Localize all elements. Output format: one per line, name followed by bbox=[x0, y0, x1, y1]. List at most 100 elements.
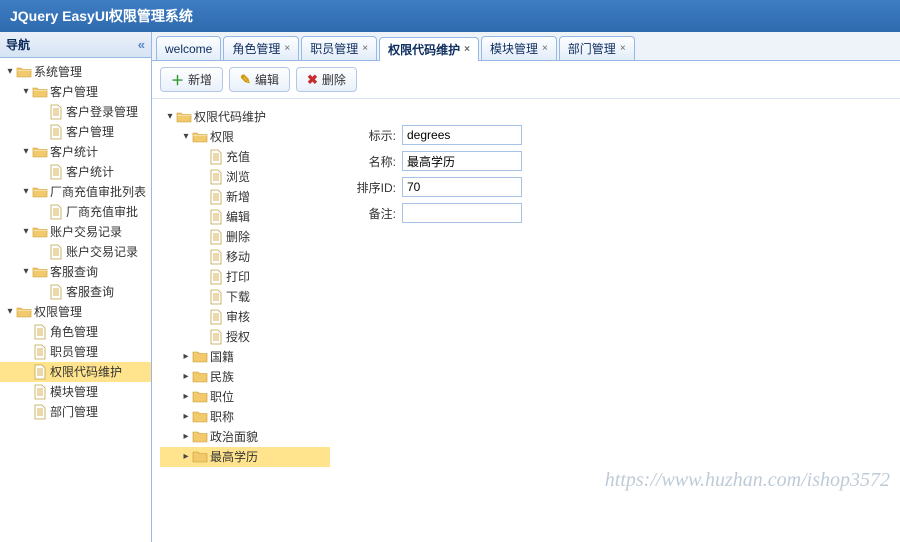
tree-item[interactable]: 编辑 bbox=[160, 207, 330, 227]
add-button[interactable]: ＋ 新增 bbox=[160, 67, 223, 92]
close-icon[interactable]: × bbox=[362, 43, 368, 54]
file-icon bbox=[208, 189, 224, 205]
tree-item[interactable]: 浏览 bbox=[160, 167, 330, 187]
close-icon[interactable]: × bbox=[464, 44, 470, 55]
tree-item[interactable]: 下载 bbox=[160, 287, 330, 307]
tree-label: 职称 bbox=[210, 408, 234, 426]
file-icon bbox=[32, 324, 48, 340]
tab-label: 角色管理 bbox=[232, 40, 280, 57]
tree-item[interactable]: 客户登录管理 bbox=[0, 102, 151, 122]
tree-folder[interactable]: ▾权限管理 bbox=[0, 302, 151, 322]
edit-label: 编辑 bbox=[255, 71, 279, 88]
remark-label: 备注: bbox=[346, 205, 396, 222]
tree-item[interactable]: 删除 bbox=[160, 227, 330, 247]
tab-部门管理[interactable]: 部门管理 × bbox=[559, 36, 635, 60]
tree-folder[interactable]: ▾厂商充值审批列表 bbox=[0, 182, 151, 202]
tree-folder[interactable]: ▸民族 bbox=[160, 367, 330, 387]
tree-folder[interactable]: ▸职位 bbox=[160, 387, 330, 407]
tree-label: 编辑 bbox=[226, 208, 250, 226]
folder-open-icon bbox=[192, 129, 208, 145]
tree-folder[interactable]: ▸国籍 bbox=[160, 347, 330, 367]
remark-input[interactable] bbox=[402, 203, 522, 223]
file-icon bbox=[208, 169, 224, 185]
tree-item[interactable]: 新增 bbox=[160, 187, 330, 207]
tree-label: 部门管理 bbox=[50, 403, 98, 421]
chevron-down-icon[interactable]: ▾ bbox=[20, 264, 32, 280]
tree-folder[interactable]: ▸ 职称 bbox=[160, 407, 330, 427]
tab-label: 部门管理 bbox=[568, 40, 616, 57]
folder-open-icon bbox=[32, 84, 48, 100]
folder-open-icon bbox=[32, 184, 48, 200]
tree-item[interactable]: 角色管理 bbox=[0, 322, 151, 342]
chevron-down-icon[interactable]: ▾ bbox=[4, 304, 16, 320]
tree-item[interactable]: 权限代码维护 bbox=[0, 362, 151, 382]
tab-模块管理[interactable]: 模块管理× bbox=[481, 36, 557, 60]
tree-folder[interactable]: ▾ 客户管理 bbox=[0, 82, 151, 102]
tree-label: 客户统计 bbox=[66, 163, 114, 181]
chevron-down-icon[interactable]: ▾ bbox=[4, 64, 16, 80]
tree-folder[interactable]: ▾客服查询 bbox=[0, 262, 151, 282]
tree-item[interactable]: 客户统计 bbox=[0, 162, 151, 182]
delete-button[interactable]: ✖ 删除 bbox=[296, 67, 357, 92]
tree-item[interactable]: 厂商充值审批 bbox=[0, 202, 151, 222]
folder-open-icon bbox=[32, 144, 48, 160]
folder-open-icon bbox=[16, 304, 32, 320]
tab-职员管理[interactable]: 职员管理× bbox=[301, 36, 377, 60]
code-label: 标示: bbox=[346, 127, 396, 144]
order-input[interactable] bbox=[402, 177, 522, 197]
close-icon[interactable]: × bbox=[542, 43, 548, 54]
chevron-down-icon[interactable]: ▾ bbox=[20, 224, 32, 240]
tree-item[interactable]: 职员管理 bbox=[0, 342, 151, 362]
chevron-right-icon[interactable]: ▸ bbox=[180, 449, 192, 465]
chevron-down-icon[interactable]: ▾ bbox=[20, 144, 32, 160]
code-input[interactable] bbox=[402, 125, 522, 145]
tree-label: 客户管理 bbox=[50, 83, 98, 101]
tree-label: 厂商充值审批 bbox=[66, 203, 138, 221]
tree-item[interactable]: 充值 bbox=[160, 147, 330, 167]
chevron-right-icon[interactable]: ▸ bbox=[180, 389, 192, 405]
chevron-down-icon[interactable]: ▾ bbox=[180, 129, 192, 145]
folder-closed-icon bbox=[192, 429, 208, 445]
tree-item[interactable]: 移动 bbox=[160, 247, 330, 267]
tab-welcome[interactable]: welcome bbox=[156, 36, 221, 60]
tree-folder[interactable]: ▸政治面貌 bbox=[160, 427, 330, 447]
chevron-down-icon[interactable]: ▾ bbox=[20, 84, 32, 100]
edit-button[interactable]: ✎ 编辑 bbox=[229, 67, 290, 92]
tree-label: 账户交易记录 bbox=[66, 243, 138, 261]
chevron-right-icon[interactable]: ▸ bbox=[180, 409, 192, 425]
folder-closed-icon bbox=[192, 369, 208, 385]
collapse-icon[interactable]: « bbox=[138, 37, 145, 52]
file-icon bbox=[208, 229, 224, 245]
tree-item[interactable]: 账户交易记录 bbox=[0, 242, 151, 262]
tree-item[interactable]: 模块管理 bbox=[0, 382, 151, 402]
tree-folder[interactable]: ▾权限代码维护 bbox=[160, 107, 330, 127]
tree-label: 客户统计 bbox=[50, 143, 98, 161]
tree-folder[interactable]: ▾ 客户统计 bbox=[0, 142, 151, 162]
tree-folder[interactable]: ▾ 权限 bbox=[160, 127, 330, 147]
tab-角色管理[interactable]: 角色管理 × bbox=[223, 36, 299, 60]
chevron-right-icon[interactable]: ▸ bbox=[180, 369, 192, 385]
close-icon[interactable]: × bbox=[620, 43, 626, 54]
tree-folder[interactable]: ▾账户交易记录 bbox=[0, 222, 151, 242]
toolbar: ＋ 新增 ✎ 编辑 ✖ 删除 bbox=[152, 61, 900, 99]
name-input[interactable] bbox=[402, 151, 522, 171]
chevron-right-icon[interactable]: ▸ bbox=[180, 349, 192, 365]
tree-item[interactable]: 客户管理 bbox=[0, 122, 151, 142]
tree-folder[interactable]: ▾系统管理 bbox=[0, 62, 151, 82]
tree-item[interactable]: 部门管理 bbox=[0, 402, 151, 422]
name-label: 名称: bbox=[346, 153, 396, 170]
chevron-down-icon[interactable]: ▾ bbox=[164, 109, 176, 125]
tree-label: 打印 bbox=[226, 268, 250, 286]
tree-folder[interactable]: ▸最高学历 bbox=[160, 447, 330, 467]
chevron-right-icon[interactable]: ▸ bbox=[180, 429, 192, 445]
chevron-down-icon[interactable]: ▾ bbox=[20, 184, 32, 200]
tree-item[interactable]: 打印 bbox=[160, 267, 330, 287]
tree-item[interactable]: 授权 bbox=[160, 327, 330, 347]
tree-item[interactable]: 审核 bbox=[160, 307, 330, 327]
tab-权限代码维护[interactable]: 权限代码维护× bbox=[379, 37, 479, 61]
tree-label: 权限 bbox=[210, 128, 234, 146]
tree-item[interactable]: 客服查询 bbox=[0, 282, 151, 302]
tree-label: 权限代码维护 bbox=[50, 363, 122, 381]
tabs-bar: welcome角色管理×职员管理×权限代码维护×模块管理×部门管理× bbox=[152, 32, 900, 61]
close-icon[interactable]: × bbox=[284, 43, 290, 54]
